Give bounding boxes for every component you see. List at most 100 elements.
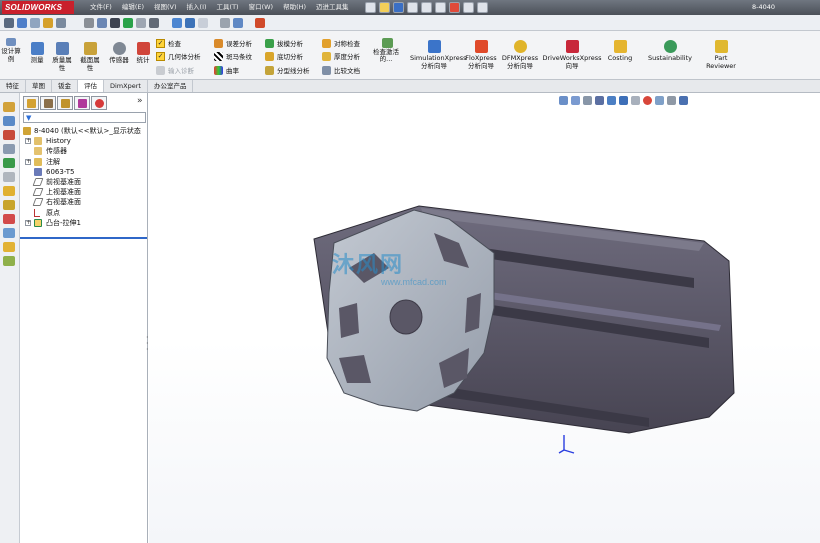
tool-icon-6[interactable] bbox=[3, 172, 15, 182]
section-properties-button[interactable]: 截面属性 bbox=[78, 42, 102, 72]
tree-item-sensors[interactable]: 传感器 bbox=[20, 146, 148, 156]
rebuild-traffic-light-icon[interactable] bbox=[449, 2, 460, 13]
menu-view[interactable]: 视图(V) bbox=[149, 0, 182, 15]
dimension-icon[interactable] bbox=[149, 18, 159, 28]
feature-tree-tab[interactable] bbox=[23, 96, 39, 110]
menu-toolset[interactable]: 迈进工具集 bbox=[311, 0, 354, 15]
zoom-icon[interactable] bbox=[172, 18, 182, 28]
draft-analysis-button[interactable]: 拔模分析 bbox=[265, 37, 303, 49]
select-cursor-icon[interactable] bbox=[435, 2, 446, 13]
menu-tools[interactable]: 工具(T) bbox=[212, 0, 244, 15]
tool-icon-2[interactable] bbox=[3, 116, 15, 126]
network-icon[interactable] bbox=[185, 18, 195, 28]
tab-dimxpert[interactable]: DimXpert bbox=[104, 80, 148, 92]
tool-icon-10[interactable] bbox=[3, 228, 15, 238]
sensor-button[interactable]: 传感器 bbox=[105, 42, 133, 64]
layout-icon[interactable] bbox=[43, 18, 53, 28]
geometry-analysis-button[interactable]: ✓ 几何体分析 bbox=[156, 50, 201, 62]
tool-icon-12[interactable] bbox=[3, 256, 15, 266]
options-icon[interactable] bbox=[477, 2, 488, 13]
expand-toggle[interactable]: + bbox=[25, 138, 31, 145]
tree-item-annotations[interactable]: + 注解 bbox=[20, 157, 148, 167]
parting-line-analysis-button[interactable]: 分型线分析 bbox=[265, 64, 310, 76]
sketch-icon[interactable] bbox=[30, 18, 40, 28]
file-properties-icon[interactable] bbox=[463, 2, 474, 13]
pin-icon[interactable] bbox=[4, 18, 14, 28]
part-reviewer-button[interactable]: Part Reviewer bbox=[703, 40, 739, 70]
curvature-button[interactable]: 曲率 bbox=[214, 64, 239, 76]
tab-features[interactable]: 特征 bbox=[0, 80, 26, 92]
tool-icon-1[interactable] bbox=[3, 102, 15, 112]
import-diagnostics-button[interactable]: 输入诊断 bbox=[156, 64, 194, 76]
tree-item-front-plane[interactable]: 前视基准面 bbox=[20, 177, 148, 187]
thickness-analysis-button[interactable]: 厚度分析 bbox=[322, 50, 360, 62]
check-button[interactable]: ✓ 检查 bbox=[156, 37, 181, 49]
tree-filter-input[interactable]: ▼ bbox=[23, 112, 146, 123]
tree-item-material[interactable]: 6063-T5 bbox=[20, 167, 148, 177]
tool-icon-11[interactable] bbox=[3, 242, 15, 252]
new-document-icon[interactable] bbox=[365, 2, 376, 13]
deviation-analysis-button[interactable]: 误差分析 bbox=[214, 37, 252, 49]
menu-file[interactable]: 文件(F) bbox=[85, 0, 117, 15]
compare-documents-button[interactable]: 比较文档 bbox=[322, 64, 360, 76]
globe-icon[interactable] bbox=[97, 18, 107, 28]
tool-icon-5[interactable] bbox=[3, 158, 15, 168]
tab-evaluate[interactable]: 评估 bbox=[78, 80, 104, 92]
aluminum-profile-model[interactable] bbox=[149, 93, 820, 543]
tool-icon-8[interactable] bbox=[3, 200, 15, 210]
undercut-analysis-button[interactable]: 底切分析 bbox=[265, 50, 303, 62]
undo-icon[interactable] bbox=[421, 2, 432, 13]
view-tools-icon[interactable] bbox=[17, 18, 27, 28]
gear-icon[interactable] bbox=[84, 18, 94, 28]
sustainability-button[interactable]: Sustainability bbox=[642, 40, 698, 62]
tool-icon-4[interactable] bbox=[3, 144, 15, 154]
dfmxpress-button[interactable]: DFMXpress 分析向导 bbox=[500, 40, 540, 70]
menu-window[interactable]: 窗口(W) bbox=[244, 0, 279, 15]
tab-office-products[interactable]: 办公室产品 bbox=[148, 80, 194, 92]
floxpress-button[interactable]: FloXpress 分析向导 bbox=[463, 40, 499, 70]
measure-button[interactable]: 测量 bbox=[28, 42, 46, 64]
printer-icon[interactable] bbox=[220, 18, 230, 28]
window-icon[interactable] bbox=[233, 18, 243, 28]
tree-root[interactable]: 8-4040 (默认<<默认>_显示状态 bbox=[20, 126, 148, 136]
document-icon[interactable] bbox=[198, 18, 208, 28]
table-icon[interactable] bbox=[56, 18, 66, 28]
tree-item-boss-extrude[interactable]: + 凸台-拉伸1 bbox=[20, 218, 148, 228]
tree-item-origin[interactable]: 原点 bbox=[20, 208, 148, 218]
graphics-area[interactable]: 沐风网 www.mfcad.com bbox=[149, 93, 820, 543]
design-study-button[interactable]: 设计算例 bbox=[1, 38, 21, 63]
chart-icon[interactable] bbox=[255, 18, 265, 28]
tab-sheet-metal[interactable]: 钣金 bbox=[52, 80, 78, 92]
dimxpert-manager-tab[interactable] bbox=[74, 96, 90, 110]
configuration-manager-tab[interactable] bbox=[57, 96, 73, 110]
green-marker-icon[interactable] bbox=[123, 18, 133, 28]
expand-toggle[interactable]: + bbox=[25, 158, 31, 165]
check-active-document-button[interactable]: 检查激活的... bbox=[372, 38, 402, 63]
expand-toggle[interactable]: + bbox=[25, 219, 31, 226]
open-folder-icon[interactable] bbox=[379, 2, 390, 13]
tool-icon-7[interactable] bbox=[3, 186, 15, 196]
tree-item-top-plane[interactable]: 上视基准面 bbox=[20, 187, 148, 197]
driveworksxpress-button[interactable]: DriveWorksXpress 向导 bbox=[541, 40, 603, 70]
tree-item-right-plane[interactable]: 右视基准面 bbox=[20, 197, 148, 207]
statistics-button[interactable]: 统计 bbox=[134, 42, 152, 64]
display-manager-tab[interactable] bbox=[91, 96, 107, 110]
menu-help[interactable]: 帮助(H) bbox=[278, 0, 311, 15]
tool-icon-9[interactable] bbox=[3, 214, 15, 224]
tool-icon-3[interactable] bbox=[3, 130, 15, 140]
mass-properties-button[interactable]: 质量属性 bbox=[50, 42, 74, 72]
rollback-bar[interactable] bbox=[20, 237, 147, 239]
costing-button[interactable]: Costing bbox=[604, 40, 636, 62]
solidworks-logo[interactable]: SOLIDWORKS bbox=[2, 1, 74, 14]
simulationxpress-button[interactable]: SimulationXpress 分析向导 bbox=[404, 40, 467, 70]
label-icon[interactable] bbox=[136, 18, 146, 28]
tab-sketch[interactable]: 草图 bbox=[26, 80, 52, 92]
menu-insert[interactable]: 插入(I) bbox=[182, 0, 212, 15]
expand-chevron-icon[interactable]: » bbox=[137, 96, 143, 106]
print-icon[interactable] bbox=[407, 2, 418, 13]
zebra-stripes-button[interactable]: 斑马条纹 bbox=[214, 50, 252, 62]
save-icon[interactable] bbox=[393, 2, 404, 13]
tree-item-history[interactable]: + History bbox=[20, 136, 148, 146]
menu-edit[interactable]: 编辑(E) bbox=[117, 0, 149, 15]
symmetry-check-button[interactable]: 对称检查 bbox=[322, 37, 360, 49]
